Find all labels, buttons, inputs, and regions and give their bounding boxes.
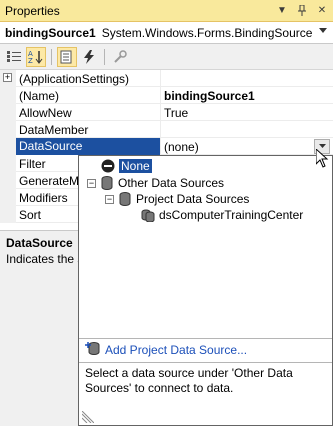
popup-divider xyxy=(79,338,332,339)
property-value[interactable]: True xyxy=(164,106,188,120)
property-name: AllowNew xyxy=(19,106,72,120)
window-title: Properties xyxy=(5,3,60,18)
collapse-icon[interactable]: − xyxy=(87,178,96,188)
dataset-icon xyxy=(141,208,155,222)
add-link-label: Add Project Data Source... xyxy=(105,342,248,357)
database-icon xyxy=(100,176,114,190)
properties-title-bar: Properties ▼ ✕ xyxy=(0,0,333,22)
chevron-down-icon[interactable] xyxy=(319,28,327,33)
database-icon xyxy=(118,192,132,206)
properties-icon[interactable] xyxy=(57,46,77,67)
property-row-allownew[interactable]: AllowNew True xyxy=(0,104,333,121)
none-icon xyxy=(101,159,115,173)
object-selector[interactable]: bindingSource1 System.Windows.Forms.Bind… xyxy=(0,22,333,44)
tree-item-none[interactable]: None xyxy=(101,158,152,174)
add-project-data-source-link[interactable]: Add Project Data Source... xyxy=(85,341,247,358)
categorized-icon[interactable] xyxy=(4,47,24,67)
property-row-applicationsettings[interactable]: + (ApplicationSettings) xyxy=(0,70,333,87)
object-name: bindingSource1 xyxy=(5,25,96,40)
property-name: (ApplicationSettings) xyxy=(19,72,130,86)
resize-grip-icon[interactable] xyxy=(79,409,332,425)
property-value[interactable]: bindingSource1 xyxy=(164,89,255,103)
close-icon[interactable]: ✕ xyxy=(315,3,329,17)
property-row-datamember[interactable]: DataMember xyxy=(0,121,333,138)
property-pages-icon[interactable] xyxy=(110,47,130,67)
tree-item-label: None xyxy=(119,159,152,173)
tree-item-dscomputertrainingcenter[interactable]: dsComputerTrainingCenter xyxy=(141,207,303,223)
property-name: (Name) xyxy=(19,89,60,103)
property-name: DataMember xyxy=(19,123,89,137)
tree-item-other-data-sources[interactable]: − Other Data Sources xyxy=(87,175,224,191)
tree-item-project-data-sources[interactable]: − Project Data Sources xyxy=(105,191,249,207)
alphabetical-icon[interactable]: AZ xyxy=(26,46,46,67)
property-row-name[interactable]: (Name) bindingSource1 xyxy=(0,87,333,104)
property-value[interactable]: (none) xyxy=(164,140,199,154)
property-row-datasource[interactable]: DataSource (none) xyxy=(0,138,333,155)
tree-item-label: Project Data Sources xyxy=(136,192,250,206)
events-icon[interactable] xyxy=(79,47,99,67)
object-type: System.Windows.Forms.BindingSource xyxy=(101,25,313,40)
add-datasource-icon xyxy=(85,341,101,358)
datasource-tree: None − Other Data Sources − Project Data… xyxy=(79,156,332,336)
properties-toolbar: AZ xyxy=(0,44,333,70)
svg-text:Z: Z xyxy=(28,57,33,64)
property-name: DataSource xyxy=(16,138,160,155)
expand-icon[interactable]: + xyxy=(3,73,12,82)
toolbar-separator xyxy=(104,48,105,65)
mouse-cursor-icon xyxy=(315,147,329,171)
window-position-dropdown-icon[interactable]: ▼ xyxy=(275,3,289,17)
description-title: DataSource xyxy=(6,236,73,250)
collapse-icon[interactable]: − xyxy=(105,194,114,204)
pin-icon[interactable] xyxy=(295,3,309,17)
popup-hint-text: Select a data source under 'Other Data S… xyxy=(79,362,332,410)
tree-item-label: Other Data Sources xyxy=(118,176,225,190)
toolbar-separator xyxy=(51,48,52,65)
tree-item-label: dsComputerTrainingCenter xyxy=(159,208,304,222)
datasource-dropdown-popup: None − Other Data Sources − Project Data… xyxy=(78,155,333,426)
